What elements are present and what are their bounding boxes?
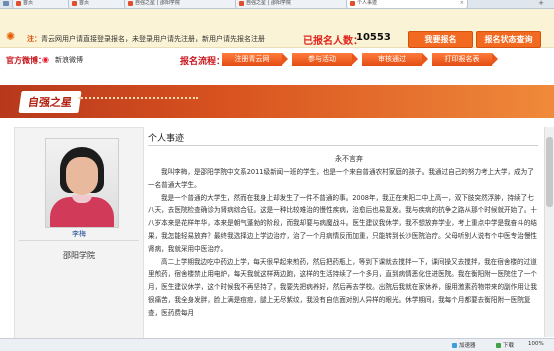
tab-favicon-icon (72, 1, 77, 6)
notice-text: 注：青云网用户请直接登录报名，未登录用户请先注册，新用户请先报名注册 (27, 34, 265, 44)
profile-card: 李梅 邵阳学院 (14, 127, 144, 339)
status-query-button[interactable]: 报名状态查询 (476, 31, 541, 48)
article-subtitle: 永不言弃 (335, 155, 363, 163)
browser-tab-active[interactable]: 个人事迹 × (346, 0, 468, 8)
browser-tab[interactable]: 自强之星 | 邵阳学院× (235, 0, 357, 8)
scrollbar-thumb[interactable] (546, 137, 553, 207)
accelerator-button[interactable]: 加速器 (452, 341, 476, 349)
weibo-label: 官方微博： (6, 56, 46, 65)
download-icon (496, 343, 501, 348)
accelerator-icon (452, 343, 457, 348)
signup-button[interactable]: 我要报名 (408, 31, 473, 48)
new-tab-button[interactable]: + (536, 0, 546, 7)
signup-count-label: 已报名人数： (303, 36, 363, 47)
divider (148, 145, 538, 146)
zoom-level[interactable]: 100% (528, 341, 544, 347)
article-paragraph: 我叫李梅，是邵阳学院中文系2011级新闻一班的学生，也是一个来自普通农村家庭的孩… (148, 168, 534, 189)
browser-status-bar: 加速器 下载 100% (0, 338, 554, 351)
tab-label: 自强之星 | 邵阳学院 (135, 0, 180, 6)
close-tab-icon[interactable]: × (460, 0, 464, 7)
weibo-icon[interactable]: ◉ (42, 55, 54, 64)
tab-label: 个人事迹 (357, 0, 378, 6)
tab-favicon-icon (350, 1, 355, 6)
step-register[interactable]: 注册青云网 (222, 53, 288, 66)
article-heading: 个人事迹 (148, 134, 185, 144)
weibo-link[interactable]: 新浪微博 (55, 55, 83, 65)
site-header: 官方微博： ◉ 新浪微博 报名流程： 注册青云网 参与活动 审核通过 打印报名表 (0, 48, 554, 72)
tab-label: 自强之星 | 邵阳学院 (246, 0, 291, 6)
browser-tab-strip: 首页× 首页× 自强之星 | 邵阳学院× 自强之星 | 邵阳学院× 个人事迹× … (0, 0, 554, 9)
banner-title: 自强之星 (18, 91, 82, 113)
tab-favicon-icon (239, 1, 244, 6)
tab-favicon-icon (16, 1, 21, 6)
megaphone-icon: ✺ (6, 30, 16, 43)
download-label: 下载 (503, 343, 515, 349)
profile-photo (45, 138, 119, 228)
tab-label: 首页 (79, 0, 90, 6)
tab-label: 首页 (23, 0, 34, 6)
tab-favicon-icon (128, 1, 133, 6)
step-print-form[interactable]: 打印报名表 (432, 53, 498, 66)
article-paragraph: 我是一个普通的大学生，然而在我身上却发生了一件不普通的事。2008年，我正在耒阳… (148, 193, 538, 253)
notice-label: 注： (27, 35, 41, 43)
process-label: 报名流程： (180, 57, 226, 67)
browser-tab[interactable]: 自强之星 | 邵阳学院× (124, 0, 246, 8)
article-paragraph: 高二上学期我边吃中药边上学，每天很早起来煎药，然后把药瓶上，等到下课就去搅拌一下… (148, 257, 538, 317)
step-participate[interactable]: 参与活动 (292, 53, 358, 66)
divider (19, 240, 139, 241)
section-banner: 自强之星 (0, 85, 554, 118)
download-button[interactable]: 下载 (496, 341, 514, 349)
step-approved[interactable]: 审核通过 (362, 53, 428, 66)
notice-message: 青云网用户请直接登录报名，未登录用户请先注册，新用户请先报名注册 (41, 35, 265, 43)
vertical-scrollbar[interactable] (544, 127, 554, 337)
accelerator-label: 加速器 (459, 343, 476, 349)
student-name[interactable]: 李梅 (15, 229, 143, 239)
article: 个人事迹 永不言弃 我叫李梅，是邵阳学院中文系2011级新闻一班的学生，也是一个… (144, 127, 554, 337)
school-name: 邵阳学院 (63, 251, 95, 260)
notice-bar: ✺ 注：青云网用户请直接登录报名，未登录用户请先注册，新用户请先报名注册 已报名… (0, 9, 554, 48)
signup-count: 10553 (356, 32, 391, 43)
article-body: 我叫李梅，是邵阳学院中文系2011级新闻一班的学生，也是一个来自普通农村家庭的孩… (148, 166, 538, 320)
home-icon[interactable] (3, 1, 9, 6)
banner-decoration (78, 97, 198, 101)
